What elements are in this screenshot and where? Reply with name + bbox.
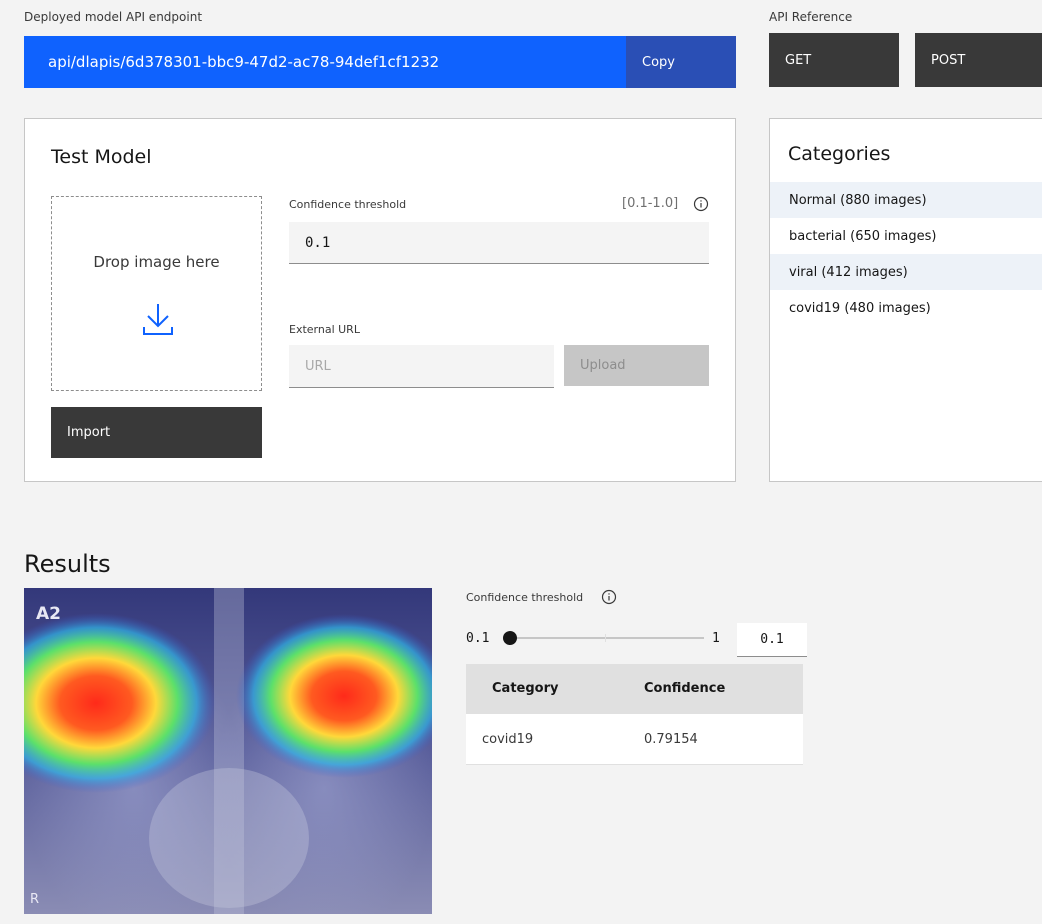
category-item-normal: Normal (880 images) bbox=[770, 182, 1042, 218]
table-row: covid19 0.79154 bbox=[466, 714, 803, 765]
results-threshold-label: Confidence threshold bbox=[466, 591, 584, 604]
category-item-viral: viral (412 images) bbox=[770, 254, 1042, 290]
threshold-label: Confidence threshold bbox=[289, 198, 407, 211]
results-table: Category Confidence covid19 0.79154 bbox=[466, 664, 803, 765]
slider-value-input[interactable]: 0.1 bbox=[737, 623, 807, 657]
test-model-title: Test Model bbox=[51, 146, 152, 168]
import-button[interactable]: Import bbox=[51, 407, 262, 458]
endpoint-value: api/dlapis/6d378301-bbc9-47d2-ac78-94def… bbox=[48, 53, 440, 71]
url-input[interactable]: URL bbox=[289, 345, 554, 388]
header-confidence: Confidence bbox=[644, 681, 726, 696]
header-category: Category bbox=[492, 681, 559, 696]
threshold-input[interactable]: 0.1 bbox=[289, 222, 709, 264]
row-category: covid19 bbox=[482, 732, 534, 747]
slider-value: 0.1 bbox=[760, 632, 784, 647]
endpoint-label: Deployed model API endpoint bbox=[24, 10, 203, 24]
endpoint-field[interactable]: api/dlapis/6d378301-bbc9-47d2-ac78-94def… bbox=[24, 36, 626, 88]
threshold-input-value: 0.1 bbox=[305, 234, 331, 251]
table-header: Category Confidence bbox=[466, 664, 803, 714]
results-title: Results bbox=[24, 550, 111, 578]
upload-button[interactable]: Upload bbox=[564, 345, 709, 386]
categories-list: Normal (880 images) bacterial (650 image… bbox=[770, 182, 1042, 326]
category-item-bacterial: bacterial (650 images) bbox=[789, 228, 937, 244]
threshold-range: [0.1-1.0] bbox=[622, 196, 679, 211]
external-url-label: External URL bbox=[289, 323, 360, 336]
confidence-slider-track[interactable] bbox=[510, 634, 704, 642]
drop-image-label: Drop image here bbox=[93, 253, 220, 271]
image-label-bottom: R bbox=[30, 892, 40, 907]
slider-max-label: 1 bbox=[712, 631, 720, 646]
confidence-slider-handle[interactable] bbox=[503, 631, 517, 645]
copy-button[interactable]: Copy bbox=[626, 36, 736, 88]
info-icon[interactable] bbox=[601, 589, 617, 605]
post-button[interactable]: POST bbox=[915, 33, 1042, 87]
categories-title: Categories bbox=[788, 143, 891, 165]
get-button[interactable]: GET bbox=[769, 33, 899, 87]
info-icon[interactable] bbox=[693, 196, 709, 212]
result-heatmap-image: A2 R bbox=[24, 588, 432, 914]
slider-min-label: 0.1 bbox=[466, 631, 490, 646]
url-placeholder: URL bbox=[305, 358, 331, 374]
image-drop-zone[interactable]: Drop image here bbox=[51, 196, 262, 391]
download-icon bbox=[143, 304, 173, 335]
row-confidence: 0.79154 bbox=[644, 732, 698, 747]
image-label-top: A2 bbox=[36, 604, 61, 624]
category-item-covid19: covid19 (480 images) bbox=[789, 300, 931, 316]
api-reference-label: API Reference bbox=[769, 10, 853, 24]
